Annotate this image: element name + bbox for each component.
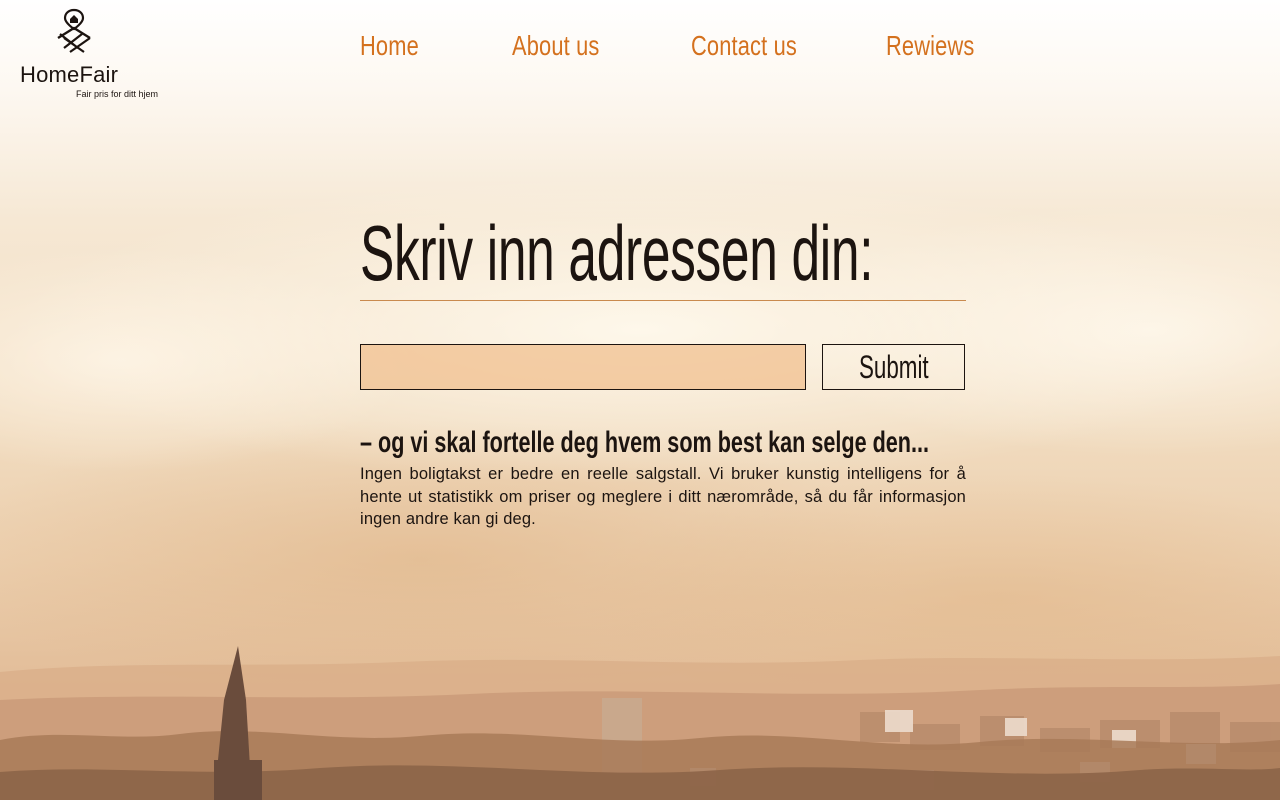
brand-tagline: Fair pris for ditt hjem — [76, 89, 159, 99]
nav-link-about-us[interactable]: About us — [512, 30, 599, 62]
submit-button[interactable]: Submit — [822, 344, 965, 390]
nav-link-home[interactable]: Home — [360, 30, 419, 62]
address-input[interactable] — [360, 344, 806, 390]
page-headline: Skriv inn adressen din: — [360, 209, 874, 297]
hero-description: Ingen boligtakst er bedre en reelle salg… — [360, 465, 966, 528]
nav-link-reviews[interactable]: Rewiews — [886, 30, 974, 62]
town-skyline — [0, 646, 1280, 800]
hero-background-image — [0, 0, 1280, 800]
nav-link-contact-us[interactable]: Contact us — [691, 30, 797, 62]
headline-divider — [360, 300, 966, 301]
hero-subheading: – og vi skal fortelle deg hvem som best … — [360, 426, 930, 459]
main-navigation: Home About us Contact us Rewiews — [0, 30, 1280, 70]
submit-button-label: Submit — [858, 349, 929, 385]
